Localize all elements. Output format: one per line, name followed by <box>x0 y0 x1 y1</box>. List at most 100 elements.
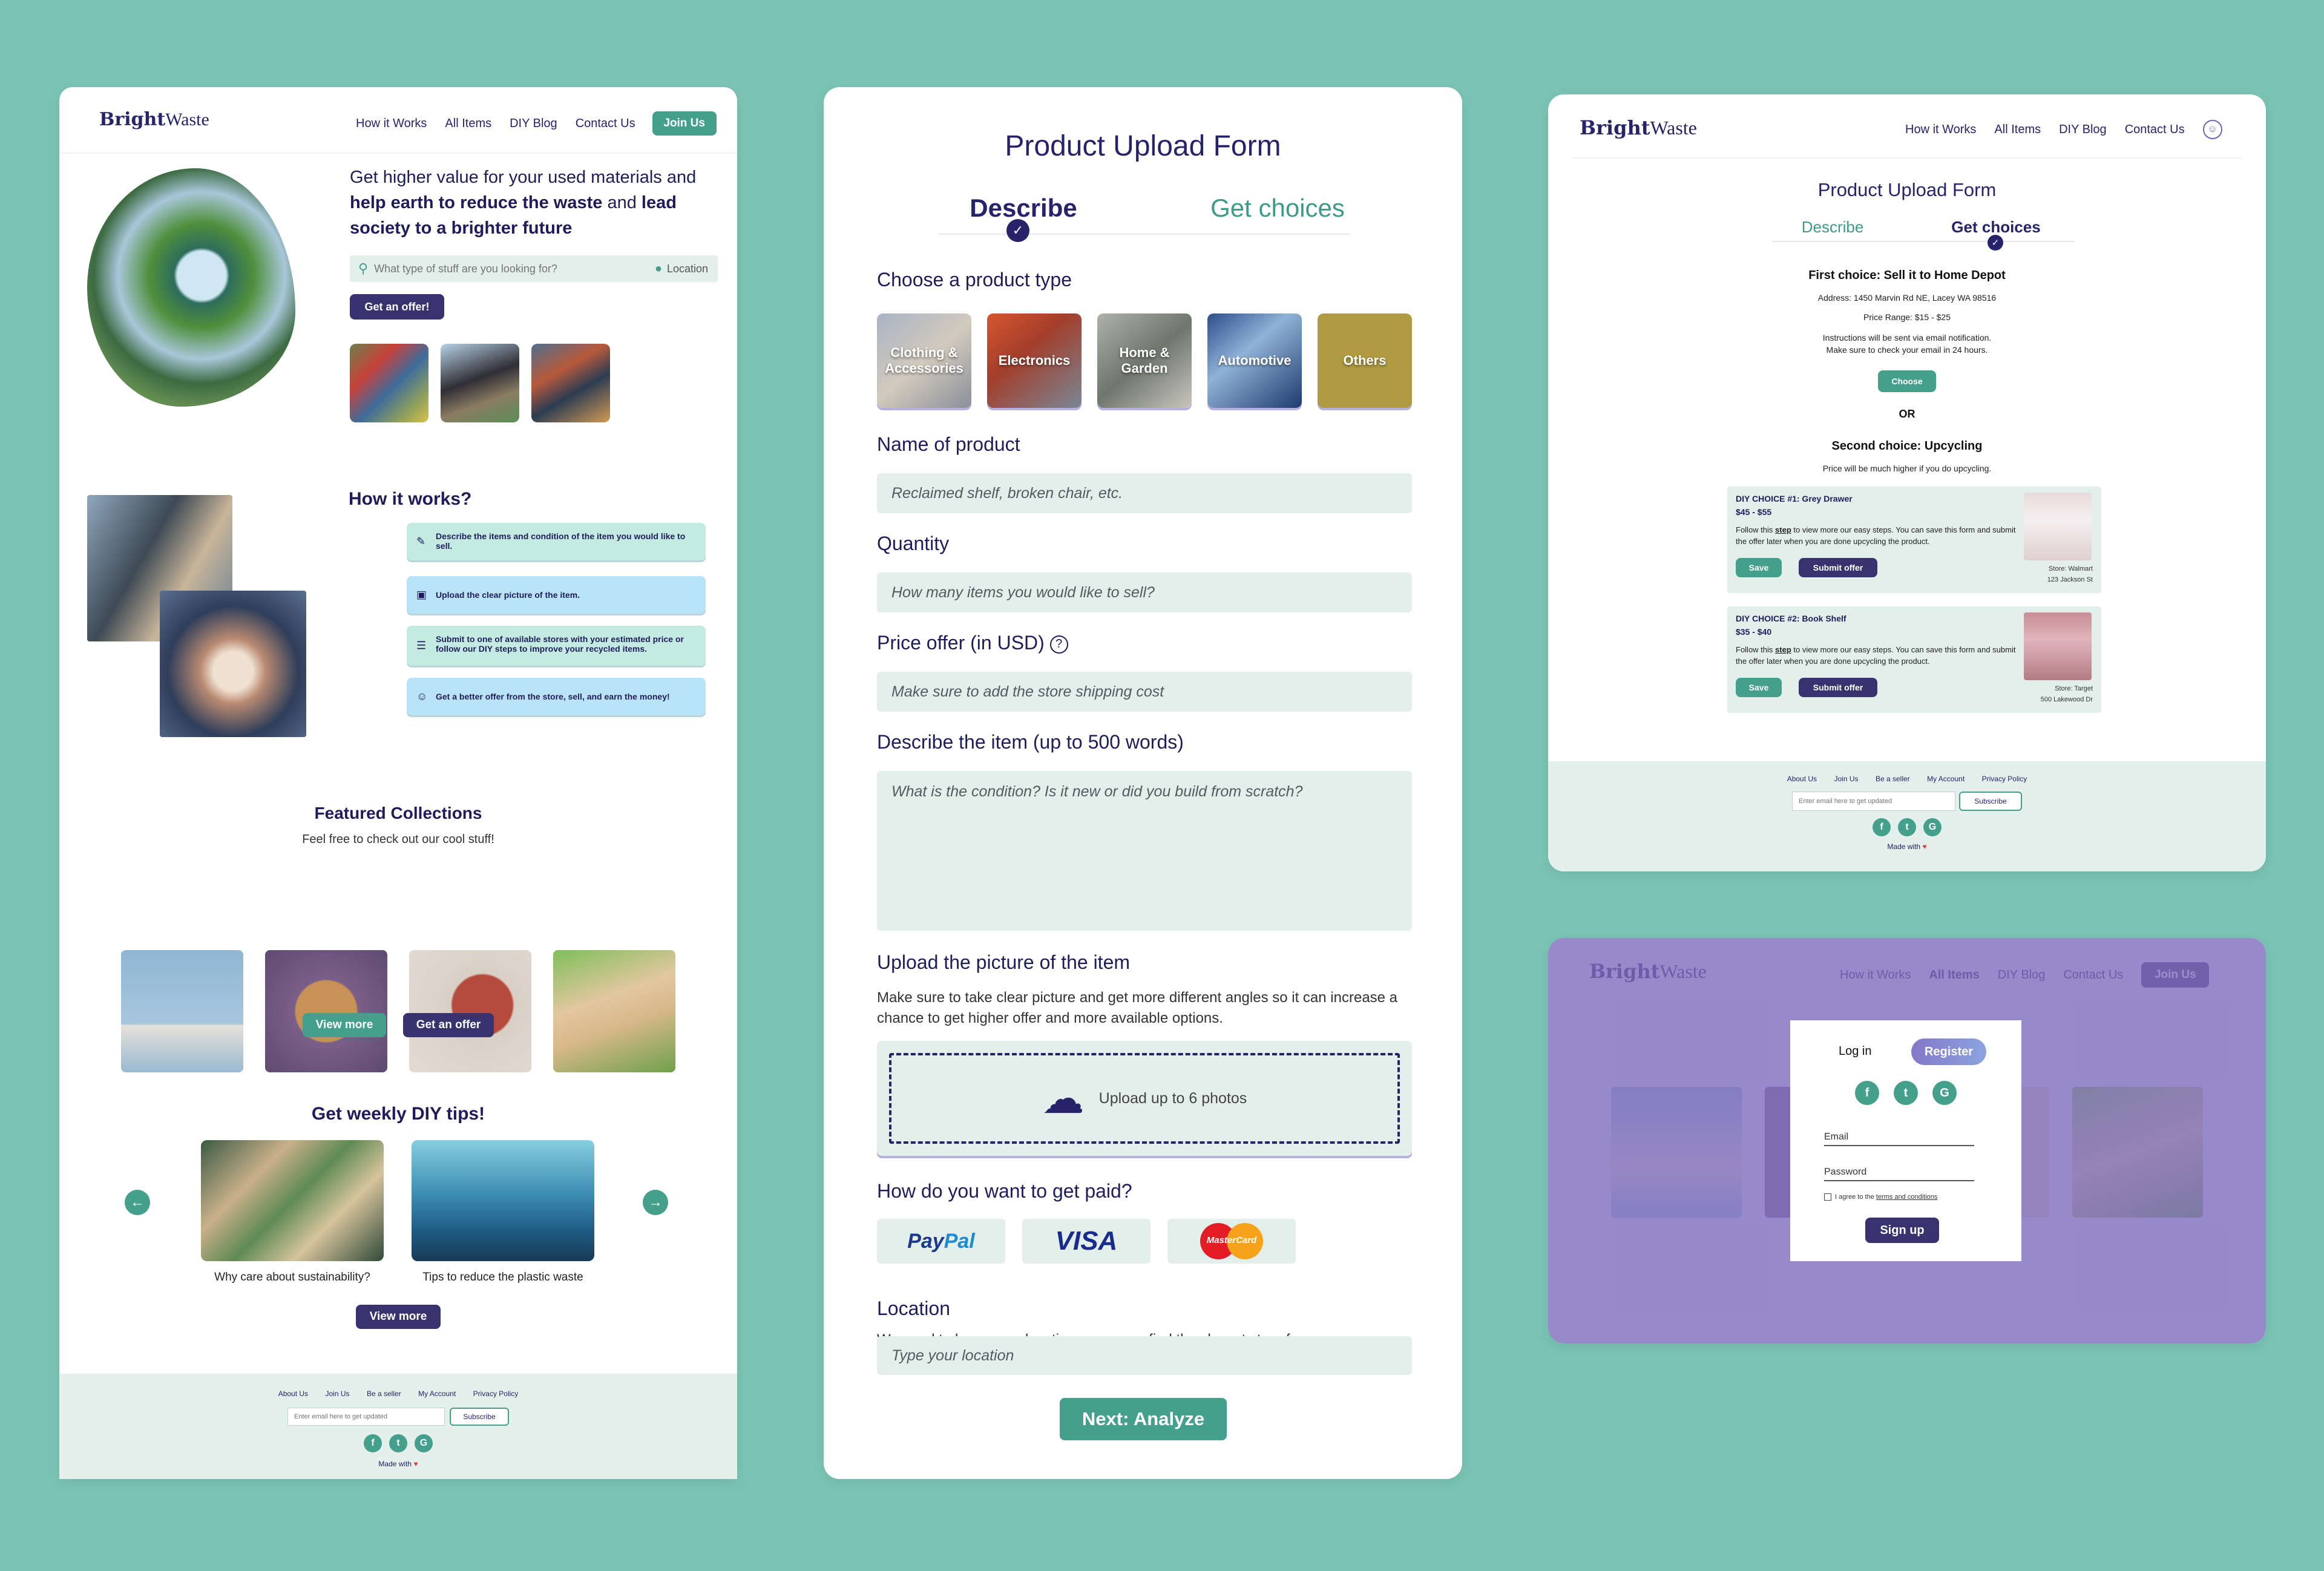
diy-2-submit-button[interactable]: Submit offer <box>1799 678 1877 697</box>
tips-view-more-button[interactable]: View more <box>356 1305 441 1329</box>
paypal-pal: Pal <box>944 1229 975 1253</box>
diy-2-save-button[interactable]: Save <box>1736 678 1782 697</box>
choose-button[interactable]: Choose <box>1878 370 1936 392</box>
hero-thumb-2[interactable] <box>441 344 519 422</box>
modal-twitter-icon[interactable]: t <box>1894 1081 1918 1105</box>
search-input[interactable] <box>374 262 655 275</box>
user-account-icon[interactable]: ☺ <box>2202 120 2222 139</box>
visa-option[interactable]: VISA <box>1022 1219 1151 1264</box>
choices-nav-how[interactable]: How it Works <box>1905 123 1976 137</box>
hero-thumb-3[interactable] <box>531 344 610 422</box>
choices-footer-privacy[interactable]: Privacy Policy <box>1982 775 2027 783</box>
choices-logo[interactable]: BrightWaste <box>1580 116 1697 139</box>
join-us-button[interactable]: Join Us <box>652 111 717 136</box>
step-4-text: Get a better offer from the store, sell,… <box>436 692 670 701</box>
email-field-label: Email <box>1824 1132 1849 1142</box>
type-clothing[interactable]: Clothing & Accessories <box>877 313 971 408</box>
signup-button[interactable]: Sign up <box>1865 1218 1939 1243</box>
email-field[interactable]: Email <box>1824 1132 1974 1146</box>
footer-my-account[interactable]: My Account <box>418 1389 456 1398</box>
choices-footer-join[interactable]: Join Us <box>1834 775 1859 783</box>
type-electronics[interactable]: Electronics <box>987 313 1082 408</box>
paypal-option[interactable]: Pay Pal <box>877 1219 1005 1264</box>
quantity-field[interactable]: How many items you would like to sell? <box>877 572 1412 612</box>
next-analyze-button[interactable]: Next: Analyze <box>1060 1398 1227 1440</box>
register-tab[interactable]: Register <box>1911 1038 1986 1065</box>
carousel-next-button[interactable]: → <box>643 1190 668 1215</box>
choices-email-input[interactable] <box>1792 792 1955 811</box>
terms-link[interactable]: terms and conditions <box>1876 1193 1938 1201</box>
login-tab[interactable]: Log in <box>1839 1045 1872 1058</box>
upload-picture-label: Upload the picture of the item <box>877 951 1131 973</box>
footer-be-a-seller[interactable]: Be a seller <box>367 1389 401 1398</box>
featured-view-more-button[interactable]: View more <box>303 1013 386 1037</box>
step-earn: ☺ Get a better offer from the store, sell… <box>407 678 706 715</box>
mastercard-option[interactable]: MasterCard <box>1167 1219 1296 1264</box>
tab-get-choices[interactable]: Get choices <box>1187 194 1368 223</box>
modal-google-icon[interactable]: G <box>1932 1081 1957 1105</box>
carousel-prev-button[interactable]: ← <box>125 1190 150 1215</box>
type-others[interactable]: Others <box>1318 313 1412 408</box>
diy-1-title: DIY CHOICE #1: Grey Drawer <box>1736 494 1853 503</box>
footer-privacy-policy[interactable]: Privacy Policy <box>473 1389 519 1398</box>
get-an-offer-hero-button[interactable]: Get an offer! <box>350 294 444 320</box>
password-field[interactable]: Password <box>1824 1167 1974 1181</box>
nav-how-it-works[interactable]: How it Works <box>356 117 427 131</box>
twitter-icon[interactable]: t <box>389 1434 407 1452</box>
choices-nav-contact[interactable]: Contact Us <box>2125 123 2185 137</box>
type-automotive-label: Automotive <box>1218 353 1292 368</box>
nav-contact-us[interactable]: Contact Us <box>576 117 635 131</box>
help-circle-icon[interactable]: ? <box>1049 635 1068 654</box>
choices-nav-blog[interactable]: DIY Blog <box>2059 123 2107 137</box>
choices-subscribe-button[interactable]: Subscribe <box>1959 792 2022 811</box>
choices-footer-account[interactable]: My Account <box>1927 775 1965 783</box>
featured-title: Featured Collections <box>314 804 482 822</box>
choices-tab-describe[interactable]: Describe <box>1778 218 1887 237</box>
tab-describe-label: Describe <box>970 194 1077 222</box>
diy-1-submit-button[interactable]: Submit offer <box>1799 558 1877 577</box>
google-icon[interactable]: G <box>415 1434 433 1452</box>
price-offer-placeholder: Make sure to add the store shipping cost <box>891 683 1164 700</box>
featured-wood-container[interactable] <box>553 950 675 1072</box>
facebook-icon[interactable]: f <box>364 1434 382 1452</box>
footer-join-us[interactable]: Join Us <box>326 1389 350 1398</box>
first-choice-instr2: Make sure to check your email in 24 hour… <box>1826 345 1988 355</box>
choices-nav-divider <box>1572 157 2242 159</box>
choices-twitter-icon[interactable]: t <box>1898 818 1916 836</box>
nav-all-items[interactable]: All Items <box>445 117 491 131</box>
choices-google-icon[interactable]: G <box>1923 818 1942 836</box>
diy-1-save-button[interactable]: Save <box>1736 558 1782 577</box>
footer-subscribe-button[interactable]: Subscribe <box>450 1408 509 1426</box>
nav-diy-blog[interactable]: DIY Blog <box>510 117 557 131</box>
featured-get-offer-button[interactable]: Get an offer <box>403 1013 494 1037</box>
brand-logo[interactable]: BrightWaste <box>99 109 209 130</box>
location-field[interactable]: Type your location <box>877 1336 1412 1375</box>
featured-stool[interactable] <box>121 950 243 1072</box>
describe-item-textarea[interactable]: What is the condition? Is it new or did … <box>877 771 1412 931</box>
diy-1-step-link[interactable]: step <box>1775 525 1791 534</box>
photo-dropzone[interactable]: ☁ Upload up to 6 photos <box>877 1041 1412 1156</box>
tip-1-caption[interactable]: Why care about sustainability? <box>189 1271 396 1284</box>
choices-footer-seller[interactable]: Be a seller <box>1876 775 1910 783</box>
modal-facebook-icon[interactable]: f <box>1855 1081 1879 1105</box>
choices-nav-all[interactable]: All Items <box>1994 123 2041 137</box>
tip-2-image[interactable] <box>412 1140 594 1261</box>
diy-2-step-link[interactable]: step <box>1775 645 1791 654</box>
hero-thumb-1[interactable] <box>350 344 428 422</box>
tip-1-image[interactable] <box>201 1140 384 1261</box>
tab-describe[interactable]: Describe <box>951 194 1096 223</box>
product-name-field[interactable]: Reclaimed shelf, broken chair, etc. <box>877 473 1412 513</box>
type-automotive[interactable]: Automotive <box>1207 313 1302 408</box>
location-label[interactable]: Location <box>667 263 708 275</box>
featured-red-plate[interactable] <box>409 950 531 1072</box>
price-offer-field[interactable]: Make sure to add the store shipping cost <box>877 672 1412 712</box>
choices-facebook-icon[interactable]: f <box>1873 818 1891 836</box>
featured-cutting-board[interactable] <box>265 950 387 1072</box>
choices-footer-about[interactable]: About Us <box>1787 775 1817 783</box>
choices-tab-get-choices[interactable]: Get choices <box>1923 218 2069 237</box>
type-home-garden[interactable]: Home & Garden <box>1097 313 1192 408</box>
footer-email-input[interactable] <box>287 1408 445 1426</box>
footer-about-us[interactable]: About Us <box>278 1389 308 1398</box>
terms-checkbox[interactable] <box>1824 1193 1831 1201</box>
tip-2-caption[interactable]: Tips to reduce the plastic waste <box>399 1271 606 1284</box>
